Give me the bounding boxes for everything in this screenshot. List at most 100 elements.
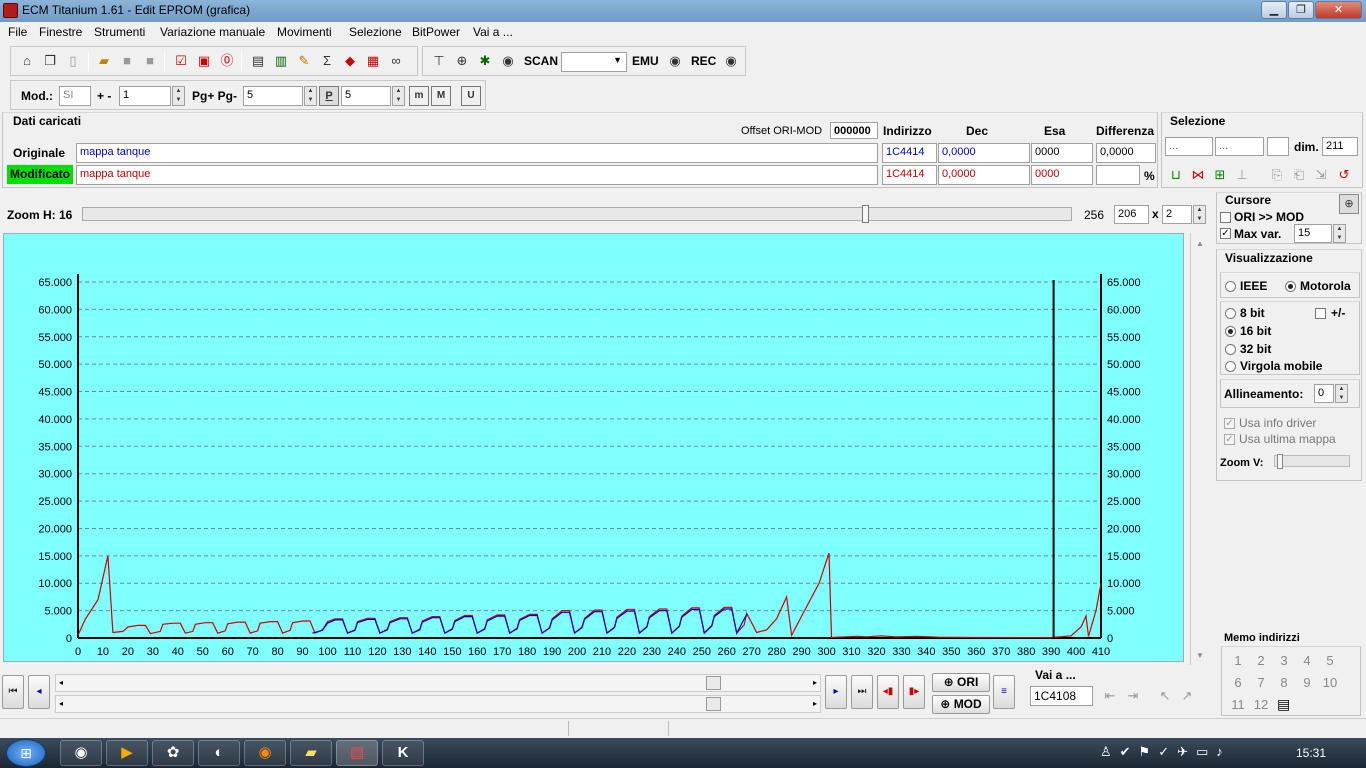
dim-value[interactable]: 211 <box>1322 137 1358 156</box>
pg-spinner[interactable]: ▲ ▼ <box>304 86 317 106</box>
step-input[interactable]: 1 <box>119 86 171 106</box>
originale-dec[interactable]: 0,0000 <box>938 143 1030 163</box>
usa-ultima-mappa-checkbox[interactable]: ✓ <box>1224 434 1235 445</box>
signed-checkbox[interactable] <box>1315 308 1326 319</box>
calculator-icon[interactable]: ▣ <box>194 51 214 71</box>
p-input[interactable]: 5 <box>341 86 391 106</box>
32bit-radio[interactable] <box>1225 344 1236 355</box>
float-radio[interactable] <box>1225 361 1236 372</box>
originale-esa[interactable]: 0000 <box>1031 143 1093 163</box>
chart-vertical-scrollbar[interactable]: ▲ ▼ <box>1190 233 1208 665</box>
open-folder-icon[interactable]: ▰ <box>94 51 114 71</box>
max-var-spinner[interactable]: ▲ ▼ <box>1333 224 1346 243</box>
terminal-icon[interactable]: ⊤ <box>429 51 449 71</box>
firefox-icon[interactable]: ◉ <box>244 740 286 766</box>
eprom-line-chart[interactable]: 0 05.000 5.00010.000 10.00015.000 15.00020.0… <box>4 234 1185 663</box>
ecm-titanium-taskbar-icon[interactable]: ▤ <box>336 740 378 766</box>
menu-vai-a[interactable]: Vai a ... <box>473 25 513 39</box>
memo-slot-10[interactable]: 10 <box>1320 675 1340 690</box>
memo-slot-1[interactable]: 1 <box>1228 653 1248 668</box>
maximize-button[interactable]: ❐ <box>1288 1 1314 19</box>
memo-slot-5[interactable]: 5 <box>1320 653 1340 668</box>
horizontal-scroll-1[interactable]: ◂ ▸ <box>55 674 821 692</box>
binoculars-icon[interactable]: ∞ <box>386 51 406 71</box>
chrome-icon[interactable]: ◉ <box>60 740 102 766</box>
select-plus-icon[interactable]: ⊞ <box>1210 165 1230 185</box>
max-var-checkbox[interactable]: ✓ <box>1220 228 1231 239</box>
memo-slot-7[interactable]: 7 <box>1251 675 1271 690</box>
16bit-radio[interactable] <box>1225 326 1236 337</box>
home-icon[interactable]: ⌂ <box>17 51 37 71</box>
runner-icon[interactable]: ✱ <box>475 51 495 71</box>
scroll-right-icon[interactable]: ▸ <box>813 699 817 708</box>
motorola-radio[interactable] <box>1285 281 1296 292</box>
step-back-icon[interactable]: ◂ <box>28 675 50 709</box>
originale-address[interactable]: 1C4414 <box>882 143 937 163</box>
percent-input[interactable] <box>1096 165 1140 185</box>
scroll-thumb-2[interactable] <box>706 697 721 711</box>
go-first-icon[interactable]: ⏮ <box>2 675 24 709</box>
minimize-button[interactable]: ▁ <box>1261 1 1287 19</box>
memo-document-icon[interactable]: ▤ <box>1277 696 1290 713</box>
memo-slot-8[interactable]: 8 <box>1274 675 1294 690</box>
checklist-icon[interactable]: ☑ <box>171 51 191 71</box>
app-icon-4[interactable]: ◐ <box>198 740 240 766</box>
menu-file[interactable]: File <box>8 25 27 39</box>
memo-slot-6[interactable]: 6 <box>1228 675 1248 690</box>
rec-button-icon[interactable]: ◉ <box>721 51 741 71</box>
scroll-left-icon[interactable]: ◂ <box>59 699 63 708</box>
scan-dropdown[interactable]: ▼ <box>561 52 627 72</box>
m-small-button[interactable]: m <box>409 86 429 106</box>
menu-finestre[interactable]: Finestre <box>39 25 82 39</box>
system-tray-icons[interactable]: ♙✔⚑✓✈▭♪ <box>1100 744 1231 760</box>
compare-icon[interactable]: ≡ <box>993 675 1015 709</box>
reset-icon[interactable]: ↺ <box>1334 165 1354 185</box>
scroll-down-icon[interactable]: ▼ <box>1196 651 1204 660</box>
lock-icon[interactable]: ⊕ <box>452 51 472 71</box>
scroll-thumb-1[interactable] <box>706 676 721 690</box>
differenza-value[interactable]: 0,0000 <box>1096 143 1156 163</box>
scroll-up-icon[interactable]: ▲ <box>1196 239 1204 248</box>
padlock-icon[interactable]: ⊕ <box>1339 194 1359 214</box>
8bit-radio[interactable] <box>1225 308 1236 319</box>
max-var-input[interactable]: 15 <box>1294 224 1332 243</box>
selezione-start[interactable]: ... <box>1165 137 1213 156</box>
prev-diff-icon[interactable]: ◂▮ <box>877 675 899 709</box>
search-document-icon[interactable]: ▤ <box>248 51 268 71</box>
ori-button[interactable]: ⊕ ORI <box>932 673 990 692</box>
mod-button[interactable]: ⊕ MOD <box>932 695 990 714</box>
selezione-end[interactable]: ... <box>1215 137 1264 156</box>
p-spinner[interactable]: ▲ ▼ <box>392 86 405 106</box>
go-last-icon[interactable]: ⏭ <box>851 675 873 709</box>
memo-slot-12[interactable]: 12 <box>1251 697 1271 712</box>
menu-selezione[interactable]: Selezione <box>349 25 402 39</box>
menu-movimenti[interactable]: Movimenti <box>277 25 332 39</box>
step-forward-icon[interactable]: ▸ <box>825 675 847 709</box>
zoom-value-field[interactable]: 206 <box>1114 205 1149 224</box>
close-button[interactable]: ✕ <box>1315 1 1362 19</box>
usa-info-driver-checkbox[interactable]: ✓ <box>1224 418 1235 429</box>
memo-slot-9[interactable]: 9 <box>1297 675 1317 690</box>
m-large-button[interactable]: M <box>431 86 451 106</box>
zoom-h-thumb[interactable] <box>862 205 869 223</box>
chart-area[interactable]: 0 0 5.000 5.000 10.000 10.000 15.000 15.000 20.0… <box>3 233 1184 662</box>
zoom-v-thumb[interactable] <box>1277 454 1283 469</box>
menu-variazione-manuale[interactable]: Variazione manuale <box>160 25 265 39</box>
offset-field[interactable]: 000000 <box>830 122 878 139</box>
select-cross-icon[interactable]: ⋈ <box>1188 165 1208 185</box>
originale-name-field[interactable]: mappa tanque <box>76 143 878 163</box>
start-button-icon[interactable]: ⊞ <box>6 739 46 767</box>
zoom-mult-field[interactable]: 2 <box>1162 205 1192 224</box>
modificato-esa[interactable]: 0000 <box>1031 165 1093 185</box>
menu-bitpower[interactable]: BitPower <box>412 25 460 39</box>
shapes-icon[interactable]: ◆ <box>340 51 360 71</box>
zero-icon[interactable]: ⓪ <box>217 51 237 71</box>
zoom-h-track[interactable] <box>82 205 1072 223</box>
modificato-dec[interactable]: 0,0000 <box>938 165 1030 185</box>
select-range-icon[interactable]: ⊔ <box>1166 165 1186 185</box>
allineamento-spinner[interactable]: ▲ ▼ <box>1335 384 1348 403</box>
selezione-extra[interactable] <box>1267 137 1289 156</box>
app-icon-3[interactable]: ✿ <box>152 740 194 766</box>
modificato-name-field[interactable]: mappa tanque <box>76 165 878 185</box>
u-button[interactable]: U <box>461 86 481 106</box>
